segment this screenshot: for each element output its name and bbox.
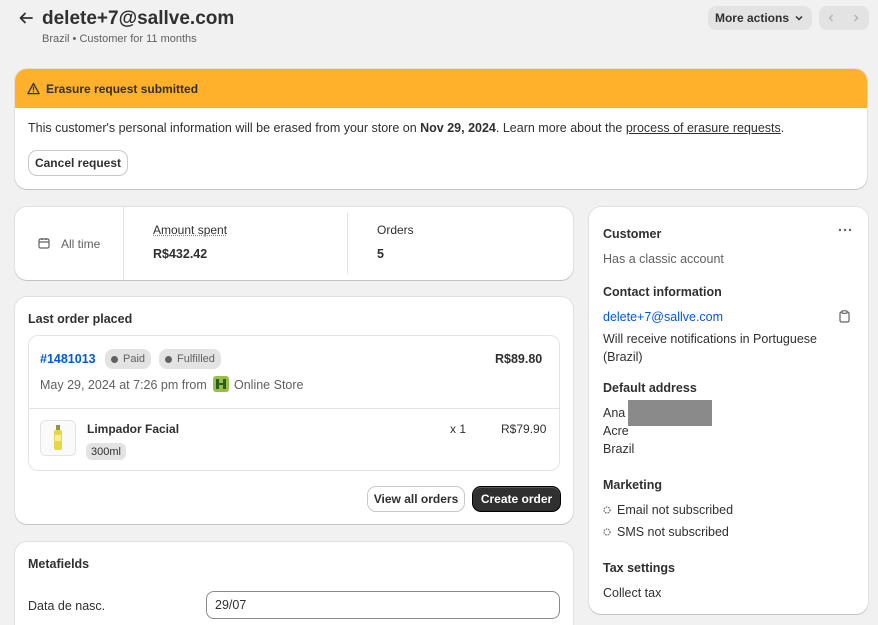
- order-placed-text: May 29, 2024 at 7:26 pm from: [40, 378, 207, 392]
- tax-settings-heading: Tax settings: [603, 561, 676, 575]
- pagination-group: [819, 6, 869, 30]
- sms-marketing-status: SMS not subscribed: [617, 525, 729, 539]
- paid-dot-icon: [111, 355, 118, 363]
- birthdate-input[interactable]: 29/07: [206, 591, 560, 619]
- default-address-heading: Default address: [603, 381, 697, 395]
- more-actions-button[interactable]: More actions: [708, 6, 812, 30]
- create-order-label: Create order: [480, 492, 553, 506]
- create-order-button[interactable]: Create order: [473, 487, 560, 511]
- page-subtitle: Brazil • Customer for 11 months: [42, 33, 197, 45]
- online-store-icon: [213, 376, 229, 392]
- payment-status-label: Paid: [123, 353, 146, 365]
- product-name[interactable]: Limpador Facial: [87, 422, 179, 436]
- orders-label: Orders: [377, 223, 414, 237]
- product-bottle-icon: [54, 425, 62, 450]
- address-state: Acre: [603, 424, 629, 438]
- order-number-link[interactable]: #1481013: [40, 352, 96, 366]
- sms-not-subscribed-icon: [603, 528, 611, 536]
- cancel-request-label: Cancel request: [34, 156, 122, 170]
- more-actions-label: More actions: [714, 11, 789, 25]
- order-total: R$89.80: [495, 352, 543, 366]
- fulfilled-dot-icon: [165, 355, 172, 363]
- notification-language-text: Will receive notifications in Portuguese…: [603, 332, 817, 364]
- date-range-label[interactable]: All time: [61, 237, 100, 251]
- amount-spent-value: R$432.42: [153, 247, 208, 261]
- birthdate-input-value: 29/07: [215, 598, 247, 612]
- chevron-down-icon: [795, 15, 803, 21]
- product-quantity: x 1: [450, 422, 467, 436]
- contact-info-heading: Contact information: [603, 285, 722, 299]
- previous-customer-icon[interactable]: [825, 12, 837, 24]
- fulfillment-status-badge: Fulfilled: [159, 349, 221, 369]
- tax-setting-value: Collect tax: [603, 586, 662, 600]
- erasure-banner: Erasure request submitted This customer'…: [15, 69, 867, 189]
- calendar-icon: [38, 238, 50, 249]
- order-box-divider: [29, 408, 559, 409]
- banner-title: Erasure request submitted: [46, 82, 199, 96]
- next-customer-icon[interactable]: [850, 12, 862, 24]
- address-country: Brazil: [603, 442, 635, 456]
- product-thumbnail: [40, 420, 76, 456]
- banner-text: This customer's personal information wil…: [28, 121, 784, 135]
- erasure-process-link[interactable]: process of erasure requests: [626, 121, 781, 135]
- metafields-heading: Metafields: [28, 557, 90, 571]
- page-title: delete+7@sallve.com: [42, 8, 235, 29]
- customer-email-link[interactable]: delete+7@sallve.com: [603, 310, 723, 324]
- product-price: R$79.90: [501, 422, 547, 436]
- warning-icon: [27, 82, 40, 95]
- redacted-block: [628, 400, 712, 426]
- banner-text-after: .: [780, 121, 785, 135]
- stats-divider: [347, 213, 348, 274]
- marketing-heading: Marketing: [603, 478, 663, 492]
- fulfillment-status-label: Fulfilled: [177, 353, 215, 365]
- orders-count: 5: [377, 247, 384, 261]
- account-type-text: Has a classic account: [603, 252, 724, 266]
- more-options-icon[interactable]: [837, 222, 853, 238]
- erasure-date: Nov 29, 2024: [420, 121, 496, 135]
- amount-spent-label: Amount spent: [153, 223, 228, 237]
- product-variant-badge: 300ml: [86, 443, 126, 460]
- customer-heading: Customer: [603, 227, 662, 241]
- back-arrow-icon[interactable]: [18, 10, 34, 26]
- stats-divider: [123, 207, 124, 280]
- cancel-request-button[interactable]: Cancel request: [29, 151, 127, 175]
- email-not-subscribed-icon: [603, 506, 611, 514]
- view-all-orders-label: View all orders: [373, 492, 459, 506]
- metafield-label: Data de nasc.: [28, 599, 106, 613]
- view-all-orders-button[interactable]: View all orders: [368, 487, 464, 511]
- banner-text-before: This customer's personal information wil…: [28, 121, 421, 135]
- banner-text-middle: . Learn more about the: [495, 121, 626, 135]
- payment-status-badge: Paid: [105, 349, 152, 369]
- sales-channel: Online Store: [234, 378, 304, 392]
- copy-icon[interactable]: [838, 310, 851, 323]
- last-order-heading: Last order placed: [28, 312, 133, 326]
- email-marketing-status: Email not subscribed: [617, 503, 734, 517]
- address-name: Ana: [603, 406, 626, 420]
